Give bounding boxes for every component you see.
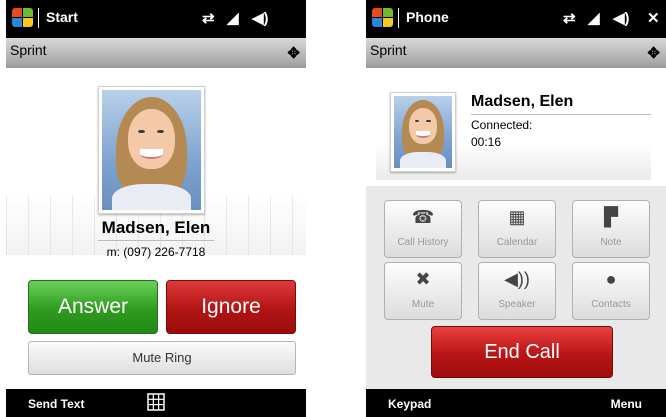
windows-start-icon[interactable] (10, 7, 34, 29)
incoming-call-screen: Start ⇄ ◢ ◀) Sprint ✥ Madsen, Elen m: (0… (6, 0, 306, 417)
contact-photo (98, 86, 205, 214)
end-call-button[interactable]: End Call (431, 326, 613, 378)
call-history-button[interactable]: ☎ Call History (384, 200, 462, 258)
windows-start-icon[interactable] (370, 7, 394, 29)
tile-label: Contacts (591, 299, 631, 310)
keypad-softkey[interactable]: Keypad (388, 397, 431, 411)
contact-name: Madsen, Elen (101, 218, 211, 237)
sync-icon[interactable]: ⇄ (563, 9, 576, 27)
call-history-icon: ☎ (411, 207, 435, 227)
answer-button[interactable]: Answer (28, 280, 158, 334)
mute-ring-button[interactable]: Mute Ring (28, 341, 296, 375)
call-status: Connected: (471, 118, 533, 132)
carrier-bar: Sprint ✥ (6, 38, 306, 68)
close-icon[interactable]: ✕ (647, 9, 660, 27)
carrier-bar: Sprint ✥ (366, 38, 666, 68)
contact-name: Madsen, Elen (471, 93, 574, 110)
sync-icon[interactable]: ⇄ (202, 9, 215, 27)
mute-button[interactable]: ✖ Mute (384, 262, 462, 320)
divider (471, 114, 651, 115)
roaming-icon: ✥ (287, 45, 300, 62)
speaker-button[interactable]: ◀)) Speaker (478, 262, 556, 320)
contacts-icon: ● (605, 269, 617, 289)
signal-icon[interactable]: ◢ (588, 9, 600, 27)
title-separator (38, 8, 39, 28)
status-title[interactable]: Phone (406, 9, 449, 25)
roaming-icon: ✥ (647, 45, 660, 62)
calendar-button[interactable]: ▦ Calendar (478, 200, 556, 258)
connected-call-screen: Phone ⇄ ◢ ◀) ✕ Sprint ✥ Madsen, Elen Con… (366, 0, 666, 417)
tile-label: Call History (397, 237, 449, 248)
title-separator (398, 8, 399, 28)
tile-label: Speaker (498, 299, 536, 310)
keypad-grid-icon[interactable] (147, 393, 165, 411)
tile-label: Calendar (496, 237, 538, 248)
status-bar: Phone ⇄ ◢ ◀) ✕ (366, 0, 666, 38)
contacts-button[interactable]: ● Contacts (572, 262, 650, 320)
tile-label: Mute (411, 299, 435, 310)
contact-number: m: (097) 226-7718 (106, 245, 206, 259)
calendar-icon: ▦ (508, 207, 526, 227)
softkey-bar: Keypad Menu (366, 389, 666, 417)
tile-label: Note (600, 237, 622, 248)
divider (98, 240, 214, 241)
note-button[interactable]: ▛ Note (572, 200, 650, 258)
carrier-name: Sprint (10, 42, 47, 58)
signal-icon[interactable]: ◢ (227, 9, 239, 27)
volume-icon[interactable]: ◀) (613, 9, 630, 27)
volume-icon[interactable]: ◀) (252, 9, 269, 27)
send-text-softkey[interactable]: Send Text (28, 397, 84, 411)
status-title[interactable]: Start (46, 9, 78, 25)
note-icon: ▛ (604, 207, 618, 227)
mute-icon: ✖ (415, 269, 431, 289)
speaker-icon: ◀)) (504, 269, 530, 289)
ignore-button[interactable]: Ignore (166, 280, 296, 334)
carrier-name: Sprint (370, 42, 407, 58)
status-bar: Start ⇄ ◢ ◀) (6, 0, 306, 38)
softkey-bar: Send Text (6, 389, 306, 417)
menu-softkey[interactable]: Menu (611, 397, 642, 411)
call-duration: 00:16 (471, 135, 502, 149)
contact-photo (390, 92, 456, 172)
